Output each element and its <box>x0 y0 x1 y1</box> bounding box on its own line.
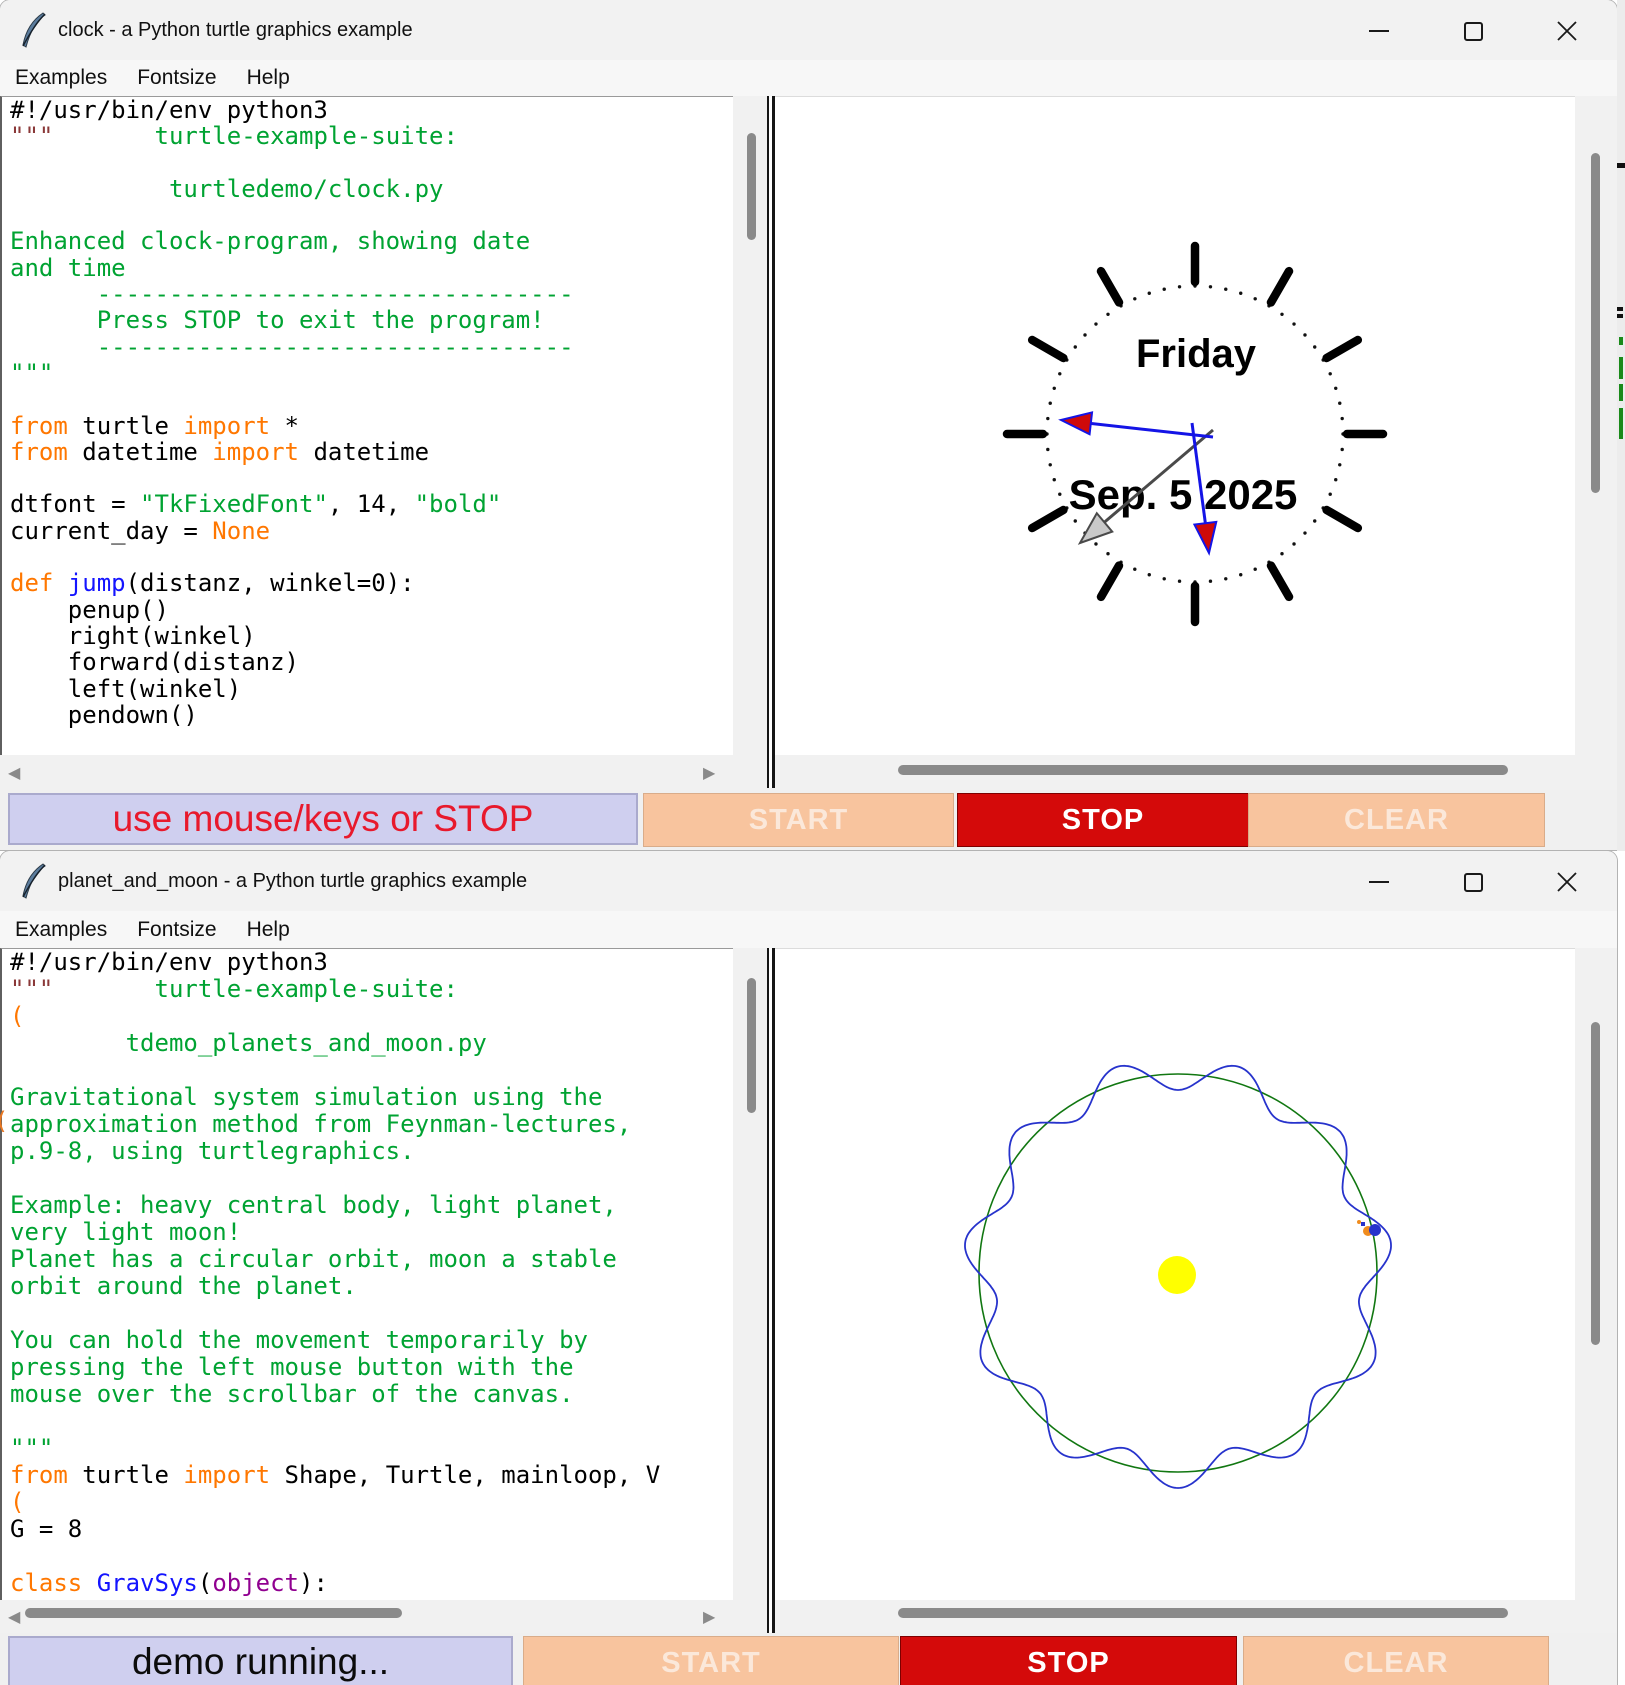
background-window-sliver <box>1617 0 1625 851</box>
scroll-right-icon[interactable]: ▶ <box>703 755 715 790</box>
code-artifact: ( <box>0 1107 6 1135</box>
minimize-icon <box>1369 30 1389 32</box>
code-vertical-scrollbar[interactable] <box>733 948 767 1600</box>
pane-divider[interactable] <box>767 96 775 788</box>
tk-feather-icon <box>20 12 48 49</box>
trail-speck <box>1357 1220 1361 1224</box>
window-title: planet_and_moon - a Python turtle graphi… <box>58 851 527 911</box>
start-button[interactable]: START <box>643 793 954 847</box>
canvas-vertical-scrollbar[interactable] <box>1575 96 1617 755</box>
code-horizontal-scrollbar[interactable]: ◀ ▶ <box>0 1600 767 1633</box>
pane-divider[interactable] <box>767 948 775 1633</box>
code-horizontal-scrollbar[interactable]: ◀ ▶ <box>0 755 767 790</box>
demo-controls: demo running... START STOP CLEAR <box>0 1633 1617 1685</box>
scrollbar-thumb[interactable] <box>1591 153 1600 493</box>
code-vertical-scrollbar[interactable] <box>733 96 767 755</box>
scroll-right-icon[interactable]: ▶ <box>703 1600 715 1633</box>
sun-dot <box>1158 1256 1196 1294</box>
scrollbar-thumb[interactable] <box>25 1608 402 1618</box>
scroll-left-icon[interactable]: ◀ <box>8 1600 20 1633</box>
menu-examples[interactable]: Examples <box>15 66 107 90</box>
source-code-view[interactable]: #!/usr/bin/env python3""" turtle-example… <box>0 96 733 755</box>
maximize-icon <box>1464 873 1483 892</box>
close-icon <box>1556 871 1578 893</box>
stop-button[interactable]: STOP <box>957 793 1249 847</box>
menubar: Examples Fontsize Help <box>0 60 1617 96</box>
menu-help[interactable]: Help <box>247 66 290 90</box>
minimize-icon <box>1369 881 1389 883</box>
menu-fontsize[interactable]: Fontsize <box>137 918 216 942</box>
maximize-button[interactable] <box>1444 851 1502 911</box>
status-label: use mouse/keys or STOP <box>8 793 638 845</box>
clear-button[interactable]: CLEAR <box>1243 1636 1549 1685</box>
status-label: demo running... <box>8 1636 513 1685</box>
scrollbar-thumb[interactable] <box>747 978 756 1113</box>
clock-day-label: Friday <box>1136 332 1257 376</box>
window-title: clock - a Python turtle graphics example <box>58 0 413 60</box>
menu-help[interactable]: Help <box>247 918 290 942</box>
tk-feather-icon <box>20 863 48 900</box>
demo-controls: use mouse/keys or STOP START STOP CLEAR <box>0 790 1617 850</box>
menu-fontsize[interactable]: Fontsize <box>137 66 216 90</box>
trail-speck <box>1361 1222 1365 1226</box>
planet-dot <box>1369 1224 1381 1236</box>
scrollbar-thumb[interactable] <box>1591 1022 1600 1345</box>
titlebar[interactable]: clock - a Python turtle graphics example <box>0 0 1617 61</box>
close-button[interactable] <box>1538 851 1596 911</box>
scrollbar-thumb[interactable] <box>898 765 1508 775</box>
clock-canvas: Friday Sep. 5 2025 <box>775 96 1575 756</box>
maximize-icon <box>1464 22 1483 41</box>
orbit-canvas <box>775 948 1575 1601</box>
clock-date-label: Sep. 5 2025 <box>1069 471 1298 518</box>
source-code-view[interactable]: #!/usr/bin/env python3""" turtle-example… <box>0 948 733 1600</box>
clock-window: clock - a Python turtle graphics example… <box>0 0 1617 850</box>
maximize-button[interactable] <box>1444 0 1502 60</box>
menu-examples[interactable]: Examples <box>15 918 107 942</box>
clear-button[interactable]: CLEAR <box>1248 793 1545 847</box>
scroll-left-icon[interactable]: ◀ <box>8 755 20 790</box>
start-button[interactable]: START <box>523 1636 899 1685</box>
stop-button[interactable]: STOP <box>900 1636 1237 1685</box>
close-button[interactable] <box>1538 0 1596 60</box>
planet-and-moon-window: planet_and_moon - a Python turtle graphi… <box>0 851 1617 1685</box>
close-icon <box>1556 20 1578 42</box>
minimize-button[interactable] <box>1350 851 1408 911</box>
scrollbar-thumb[interactable] <box>898 1608 1508 1618</box>
scrollbar-thumb[interactable] <box>747 133 756 240</box>
titlebar[interactable]: planet_and_moon - a Python turtle graphi… <box>0 851 1617 912</box>
canvas-horizontal-scrollbar[interactable] <box>775 755 1617 790</box>
canvas-vertical-scrollbar[interactable] <box>1575 948 1617 1600</box>
menubar: Examples Fontsize Help <box>0 911 1617 948</box>
canvas-horizontal-scrollbar[interactable] <box>775 1600 1617 1633</box>
minimize-button[interactable] <box>1350 0 1408 60</box>
